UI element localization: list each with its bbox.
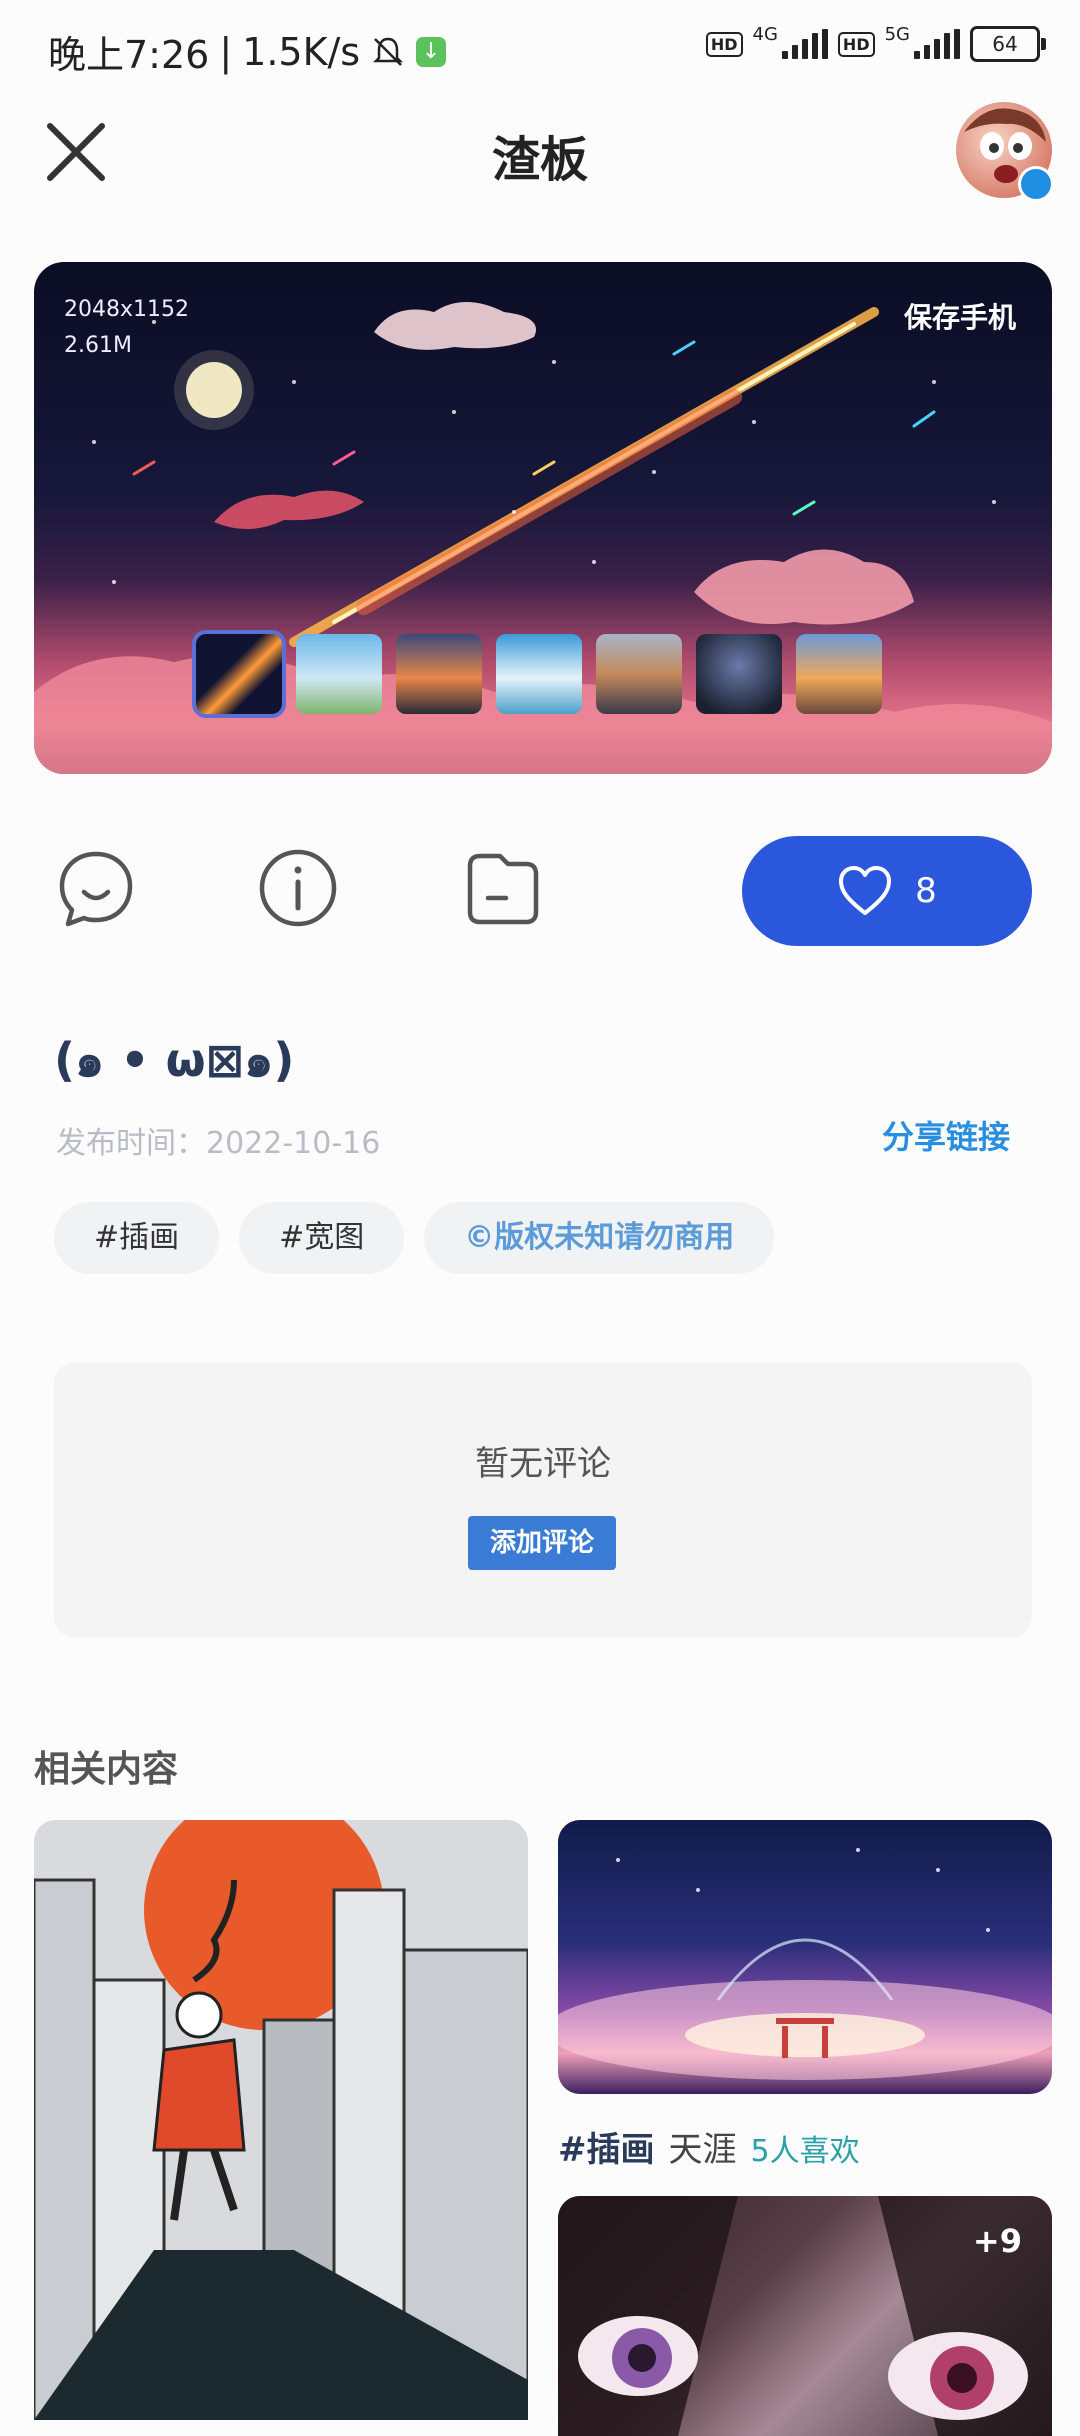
network-label-2: 5G bbox=[884, 23, 910, 45]
related-section-title: 相关内容 bbox=[34, 1749, 179, 1790]
save-to-phone-button[interactable]: 保存手机 bbox=[904, 296, 1016, 336]
battery-icon: 64 bbox=[970, 26, 1046, 62]
page-title: 渣板 bbox=[491, 132, 588, 188]
tag-copyright[interactable]: ©版权未知请勿商用 bbox=[424, 1202, 775, 1274]
signal-icon bbox=[781, 29, 828, 59]
info-icon[interactable] bbox=[256, 846, 340, 930]
like-count: 8 bbox=[915, 871, 937, 911]
image-meta: 2048x1152 2.61M bbox=[64, 292, 189, 364]
thumbnail-strip bbox=[192, 630, 882, 718]
thumbnail-6[interactable] bbox=[696, 634, 782, 714]
network-label-1: 4G bbox=[752, 23, 778, 45]
download-icon: ↓ bbox=[416, 36, 447, 67]
tag-illustration[interactable]: #插画 bbox=[54, 1202, 220, 1274]
status-left: 晚上7:26 | 1.5K/s ↓ bbox=[48, 24, 447, 79]
thumbnail-5[interactable] bbox=[596, 634, 682, 714]
post-title: (๑ • ω⊠๑) bbox=[54, 1033, 295, 1087]
torii-sky-illustration bbox=[558, 1848, 1052, 2080]
network-speed: 1.5K/s bbox=[242, 29, 361, 74]
hd-badge-2: HD bbox=[837, 31, 875, 57]
image-size: 2.61M bbox=[64, 333, 132, 358]
signal-icon-2 bbox=[914, 29, 960, 59]
avatar-badge bbox=[1018, 166, 1054, 202]
related-card-city[interactable] bbox=[34, 1820, 528, 2420]
related-card-caption: #插画 天涯 5人喜欢 bbox=[558, 2122, 860, 2171]
folder-icon[interactable] bbox=[460, 846, 544, 930]
thumbnail-1[interactable] bbox=[192, 630, 286, 718]
no-comments-text: 暂无评论 bbox=[475, 1444, 611, 1484]
tag-list: #插画 #宽图 ©版权未知请勿商用 bbox=[54, 1202, 775, 1274]
related-tag[interactable]: #插画 bbox=[558, 2122, 655, 2171]
status-time: 晚上7:26 bbox=[48, 33, 210, 77]
like-button[interactable]: 8 bbox=[742, 836, 1032, 946]
related-card-torii[interactable] bbox=[558, 1820, 1052, 2094]
status-right: HD 4G HD 5G 64 bbox=[705, 23, 1046, 62]
thumbnail-3[interactable] bbox=[396, 634, 482, 714]
image-resolution: 2048x1152 bbox=[64, 297, 189, 322]
hd-badge: HD bbox=[705, 31, 743, 57]
city-illustration bbox=[34, 1820, 528, 2420]
mute-bell-icon bbox=[373, 37, 404, 66]
comment-icon[interactable] bbox=[54, 846, 138, 930]
tag-wide[interactable]: #宽图 bbox=[239, 1202, 405, 1274]
comments-panel: 暂无评论 添加评论 bbox=[54, 1362, 1032, 1638]
add-comment-button[interactable]: 添加评论 bbox=[468, 1516, 616, 1570]
related-author[interactable]: 天涯 bbox=[669, 2122, 737, 2171]
heart-icon bbox=[839, 866, 892, 915]
more-images-badge: +9 bbox=[972, 2222, 1022, 2260]
thumbnail-7[interactable] bbox=[796, 634, 882, 714]
thumbnail-2[interactable] bbox=[296, 634, 382, 714]
status-bar: 晚上7:26 | 1.5K/s ↓ HD 4G HD 5G 64 bbox=[0, 0, 1080, 98]
related-likes: 5人喜欢 bbox=[750, 2134, 860, 2169]
share-link-button[interactable]: 分享链接 bbox=[882, 1112, 1010, 1158]
publish-time: 发布时间：2022-10-16 bbox=[56, 1126, 381, 1161]
thumbnail-4[interactable] bbox=[496, 634, 582, 714]
